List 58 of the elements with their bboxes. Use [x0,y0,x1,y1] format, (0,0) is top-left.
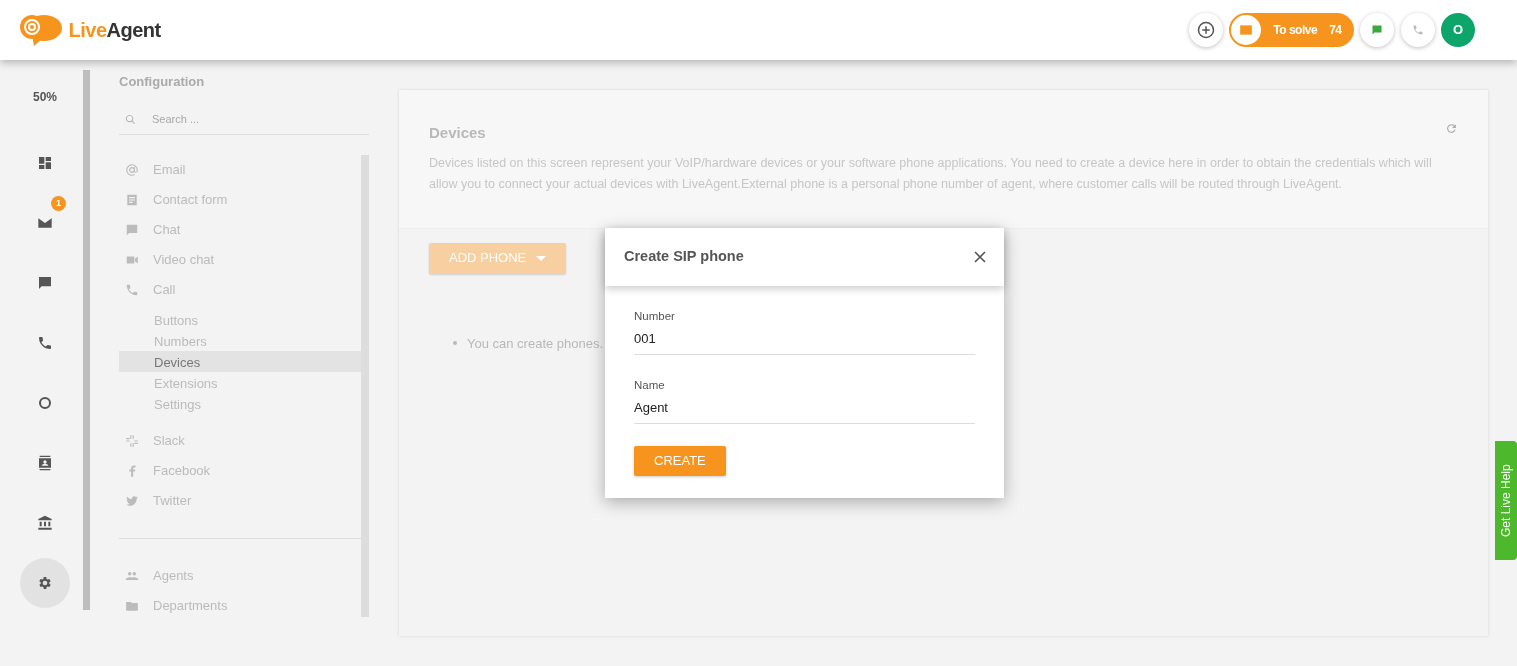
add-button[interactable] [1188,13,1223,47]
search-field[interactable]: Search ... [150,109,340,129]
phone-icon [1411,24,1424,36]
chat-bubble-icon [125,222,139,237]
menu-item[interactable]: Email [119,154,361,185]
dashboard-icon [37,155,53,171]
submenu-item[interactable]: Buttons [119,308,361,330]
menu-item[interactable]: Video chat [119,244,361,275]
menu-item[interactable]: Call [119,274,361,305]
form-icon [125,192,139,207]
menu-item[interactable]: Contact form [119,184,361,215]
refresh-icon [1445,122,1458,135]
bullet-icon [453,341,457,346]
field-label: Name [634,377,666,393]
menu-item[interactable]: Agents [119,560,361,591]
phone-icon [37,335,53,351]
submenu-item[interactable]: Settings [119,392,361,414]
note-text: You can create phones. [467,334,604,353]
logo-text: LiveAgent [68,18,161,43]
submenu-item[interactable]: Devices [119,350,361,372]
menu-item[interactable]: Chat [119,214,361,245]
zoom-level: 50% [32,89,58,106]
ring-icon [37,395,53,411]
menu-item[interactable]: Slack [119,425,361,456]
section-title: Configuration [119,73,206,91]
to-solve-button[interactable]: To solve 74 [1229,13,1354,47]
search-icon [125,113,136,125]
scrollbar[interactable] [83,70,90,610]
submenu-item[interactable]: Extensions [119,371,361,393]
chat-bubble-icon [1371,24,1383,36]
close-icon [974,251,986,263]
close-button[interactable] [974,251,986,263]
menu-item[interactable]: Facebook [119,455,361,486]
page-title: Devices [429,123,486,143]
menu-item[interactable]: Twitter [119,485,361,516]
notification-badge: 1 [51,196,66,211]
caret-icon [536,255,547,262]
submenu-item[interactable]: Numbers [119,329,361,351]
chat-bubble-icon [37,275,53,291]
building-icon [37,515,53,531]
avatar[interactable]: O [1441,13,1475,47]
settings-icon [37,575,53,591]
nav-item[interactable] [20,558,70,608]
twitter-icon [125,493,139,508]
contact-card-icon [37,455,53,471]
add-phone-button[interactable]: ADD PHONE [429,242,567,274]
field-label: Number [634,309,676,324]
nav-item[interactable]: 1 [20,198,70,248]
at-sign-icon [125,162,139,177]
phone-icon [125,282,139,297]
chat-button[interactable] [1360,13,1394,47]
logo-icon [20,13,62,47]
menu-item[interactable]: Departments [119,590,361,617]
dialog-title: Create SIP phone [624,247,744,267]
get-live-help-tab[interactable]: Get Live Help [1495,441,1517,560]
plus-circle-icon [1196,21,1215,39]
slack-icon [125,433,139,448]
create-button[interactable]: CREATE [634,445,726,476]
